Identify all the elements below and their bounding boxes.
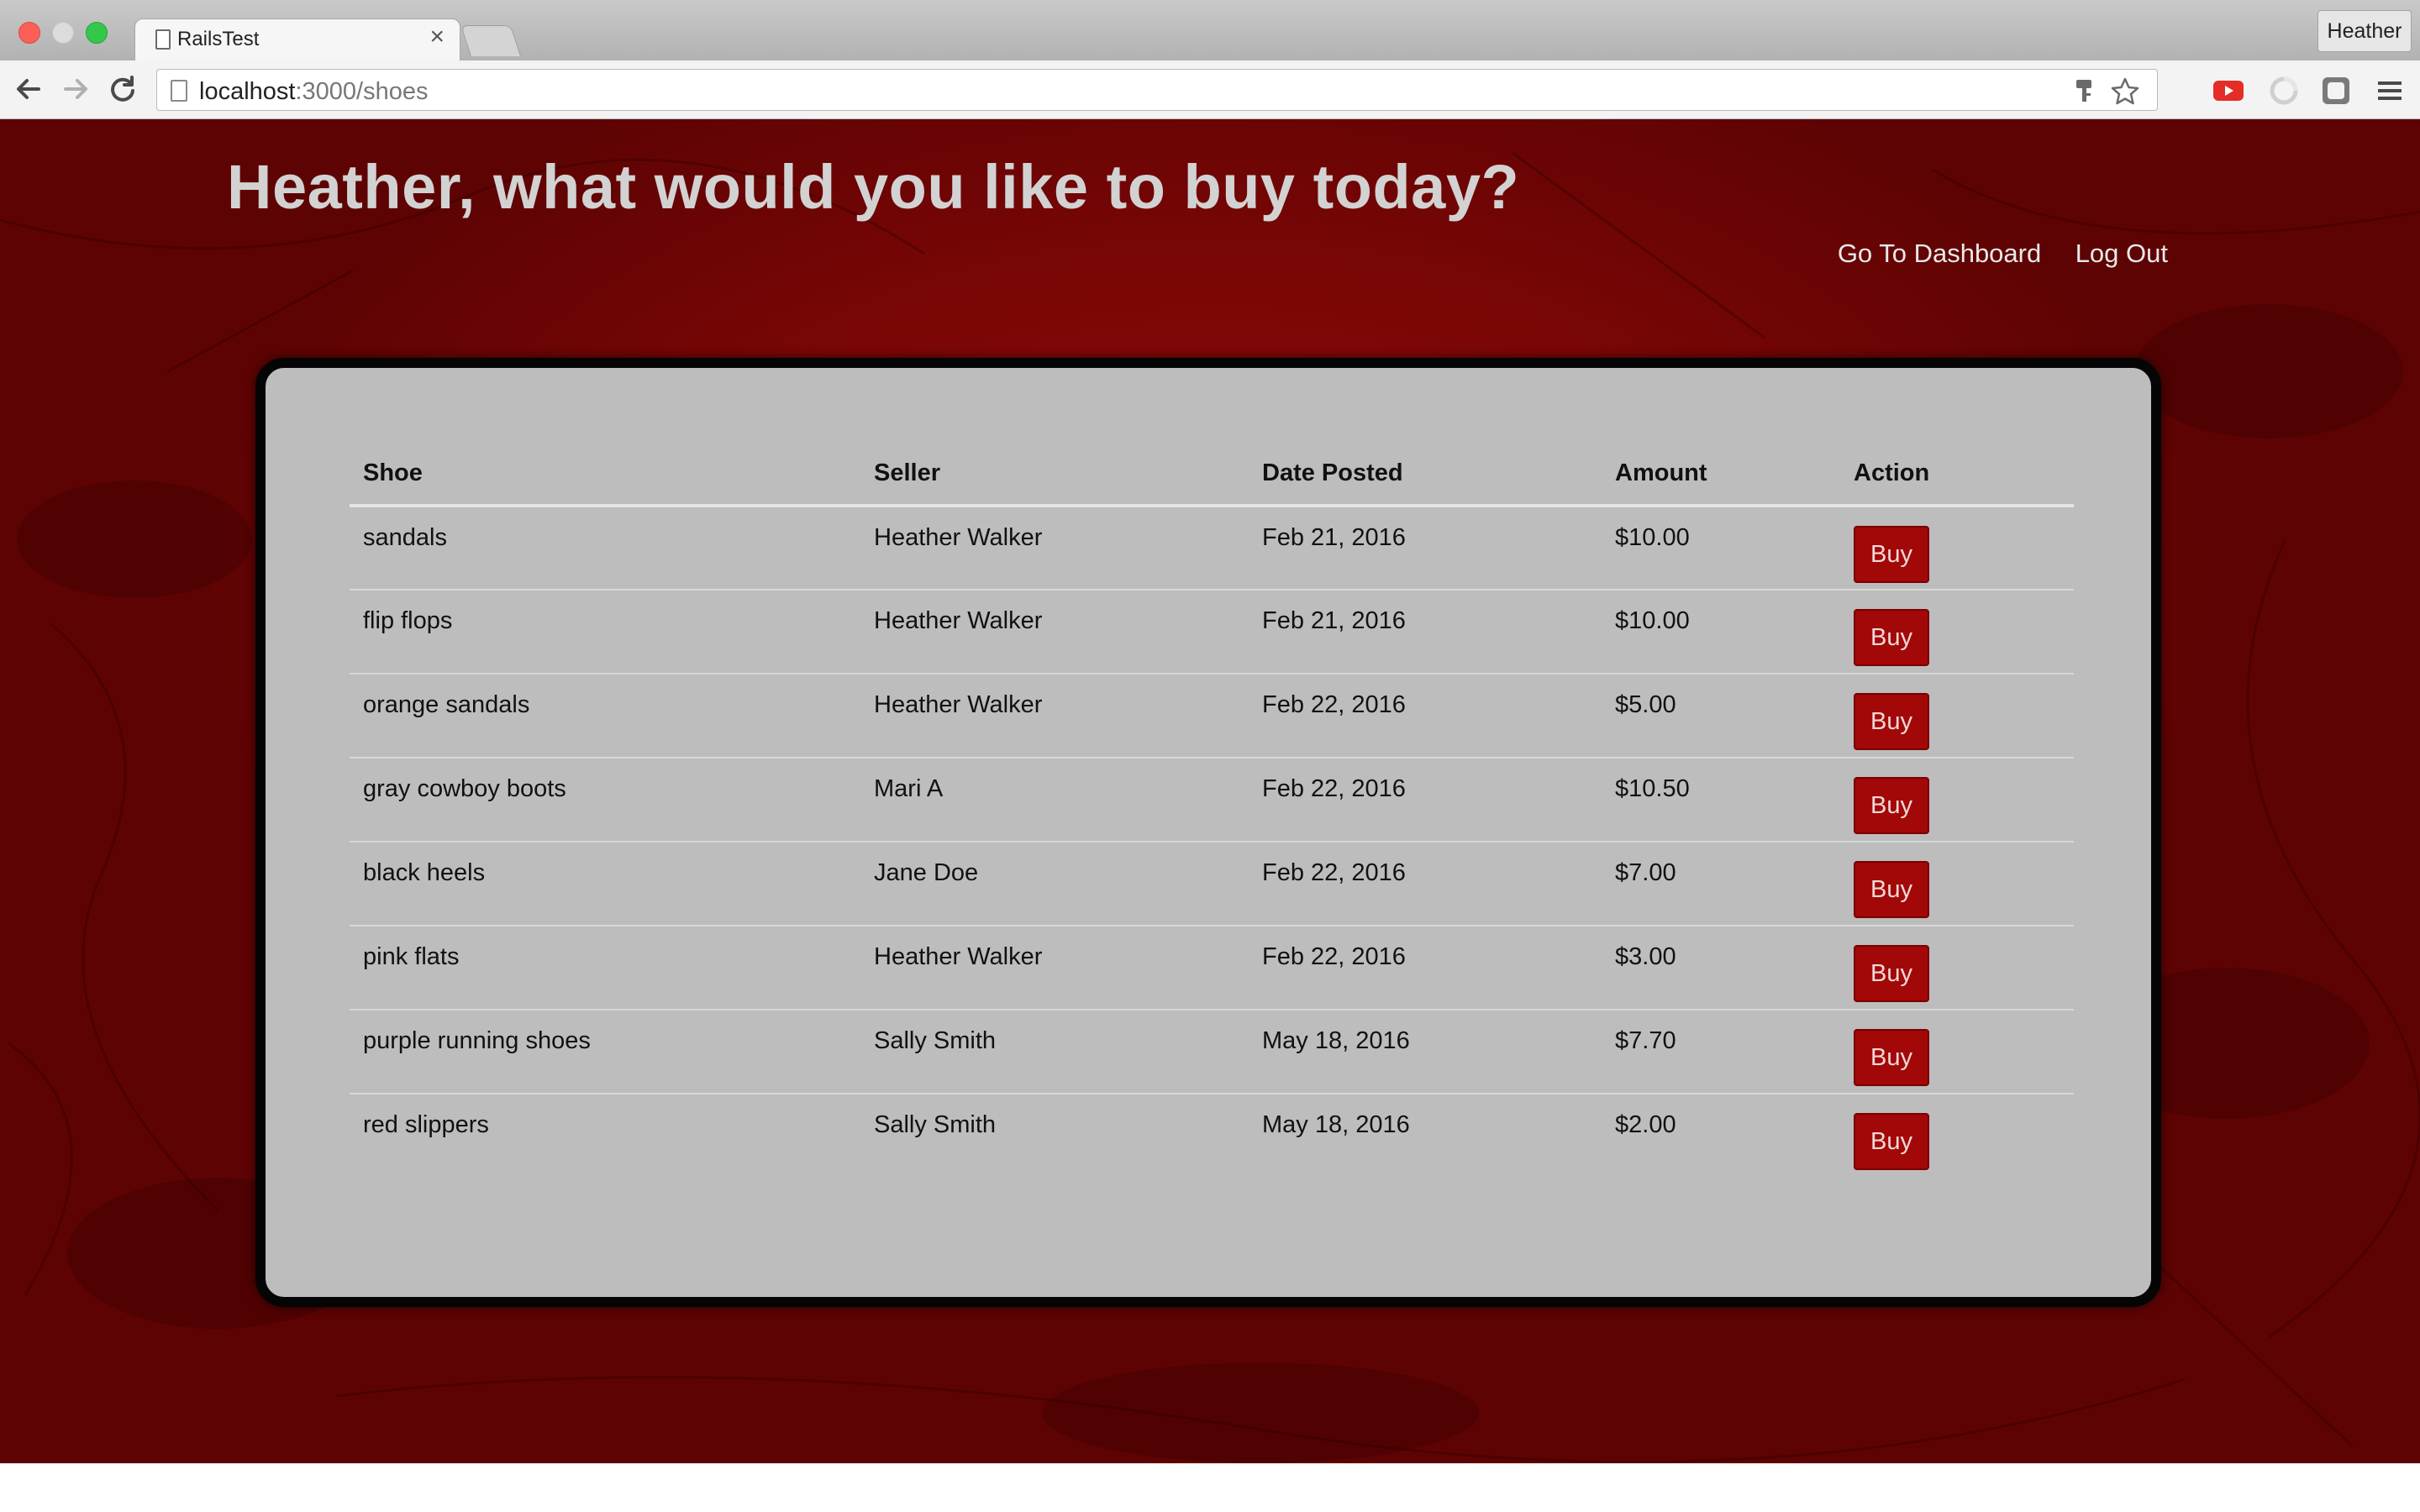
date-posted: Feb 22, 2016	[1249, 758, 1602, 843]
buy-button[interactable]: Buy	[1854, 945, 1929, 1002]
date-posted: Feb 22, 2016	[1249, 926, 1602, 1011]
new-tab-button[interactable]	[460, 25, 522, 56]
date-posted: May 18, 2016	[1249, 1010, 1602, 1095]
action-cell: Buy	[1840, 758, 2074, 843]
seller-name: Sally Smith	[874, 1111, 997, 1138]
maximize-window-button[interactable]	[86, 22, 108, 44]
seller-name: Heather Walker	[860, 590, 1249, 675]
amount: $3.00	[1602, 926, 1840, 1011]
column-header-amount: Amount	[1602, 452, 1840, 507]
shoe-name: purple running shoes	[350, 1010, 860, 1095]
browser-toolbar: localhost:3000/shoes	[0, 60, 2420, 119]
hamburger-menu-icon[interactable]	[2373, 74, 2407, 108]
page-bottom-strip	[0, 1463, 2420, 1512]
column-header-shoe: Shoe	[350, 452, 860, 507]
seller-name: Sally Smith	[860, 1010, 1249, 1095]
table-row: flip flops Heather Walker Feb 21, 2016 $…	[350, 590, 2074, 675]
page-icon	[171, 80, 187, 102]
sync-icon[interactable]	[2267, 74, 2301, 108]
date-posted: Feb 22, 2016	[1249, 842, 1602, 927]
table-row: gray cowboy boots Mari A Feb 22, 2016 $1…	[350, 758, 2074, 843]
seller-name: Jane Doe	[860, 842, 1249, 927]
go-to-dashboard-link[interactable]: Go To Dashboard	[1838, 239, 2041, 269]
close-window-button[interactable]	[18, 22, 40, 44]
column-header-seller: Seller	[860, 452, 1249, 507]
amount: $7.70	[1602, 1010, 1840, 1095]
shoe-name: red slippers	[363, 1111, 489, 1138]
key-icon[interactable]	[2073, 78, 2095, 103]
tab-title: RailsTest	[177, 28, 260, 50]
page-background: Heather, what would you like to buy toda…	[0, 119, 2420, 1463]
date-posted: Feb 22, 2016	[1249, 674, 1602, 759]
seller-name: Heather Walker	[860, 506, 1249, 591]
buy-button[interactable]: Buy	[1854, 1113, 1929, 1170]
youtube-icon[interactable]	[2212, 74, 2245, 108]
amount: $10.00	[1602, 506, 1840, 591]
table-row: red slippers Sally Smith May 18, 2016 $2…	[350, 1094, 2074, 1178]
page-icon	[155, 29, 171, 50]
date-posted: Feb 21, 2016	[1249, 506, 1602, 591]
amount: $2.00	[1615, 1111, 1676, 1138]
extension-icon[interactable]	[2319, 74, 2353, 108]
column-header-action: Action	[1840, 452, 2074, 507]
buy-button[interactable]: Buy	[1854, 1029, 1929, 1086]
table-row: sandals Heather Walker Feb 21, 2016 $10.…	[350, 506, 2074, 591]
page-title: Heather, what would you like to buy toda…	[227, 152, 1520, 222]
date-posted: Feb 21, 2016	[1249, 590, 1602, 675]
header-nav: Go To Dashboard Log Out	[1807, 239, 2168, 269]
action-cell: Buy	[1840, 506, 2074, 591]
forward-arrow-icon[interactable]	[59, 72, 92, 106]
address-bar[interactable]: localhost:3000/shoes	[156, 69, 2158, 111]
buy-button[interactable]: Buy	[1854, 609, 1929, 666]
shoes-table: Shoe Seller Date Posted Amount Action sa…	[350, 452, 2074, 1178]
table-row: pink flats Heather Walker Feb 22, 2016 $…	[350, 926, 2074, 1011]
column-header-date-posted: Date Posted	[1249, 452, 1602, 507]
browser-title-bar: RailsTest × Heather	[0, 0, 2420, 61]
buy-button[interactable]: Buy	[1854, 861, 1929, 918]
profile-button[interactable]: Heather	[2317, 10, 2412, 52]
url-text[interactable]: localhost:3000/shoes	[199, 78, 428, 106]
shoe-name: pink flats	[350, 926, 860, 1011]
amount: $5.00	[1602, 674, 1840, 759]
buy-button[interactable]: Buy	[1854, 693, 1929, 750]
minimize-window-button[interactable]	[52, 22, 74, 44]
shoe-name: black heels	[350, 842, 860, 927]
action-cell: Buy	[1840, 674, 2074, 759]
action-cell: Buy	[1840, 842, 2074, 927]
amount: $7.00	[1602, 842, 1840, 927]
table-row: orange sandals Heather Walker Feb 22, 20…	[350, 674, 2074, 759]
star-icon[interactable]	[2110, 76, 2140, 107]
table-row: black heels Jane Doe Feb 22, 2016 $7.00 …	[350, 842, 2074, 927]
seller-name: Heather Walker	[860, 926, 1249, 1011]
seller-name: Heather Walker	[860, 674, 1249, 759]
action-cell: Buy	[1840, 590, 2074, 675]
shoes-panel: Shoe Seller Date Posted Amount Action sa…	[255, 358, 2161, 1307]
buy-button[interactable]: Buy	[1854, 777, 1929, 834]
table-header-row: Shoe Seller Date Posted Amount Action	[350, 452, 2074, 507]
shoe-name: gray cowboy boots	[350, 758, 860, 843]
table-row: purple running shoes Sally Smith May 18,…	[350, 1010, 2074, 1095]
amount: $10.50	[1602, 758, 1840, 843]
buy-button[interactable]: Buy	[1854, 526, 1929, 583]
action-cell: Buy	[1840, 1094, 2074, 1178]
reload-icon[interactable]	[106, 72, 139, 106]
date-posted: May 18, 2016	[1262, 1111, 1410, 1138]
amount: $10.00	[1602, 590, 1840, 675]
shoe-name: orange sandals	[350, 674, 860, 759]
log-out-link[interactable]: Log Out	[2075, 239, 2168, 269]
shoe-name: sandals	[350, 506, 860, 591]
seller-name: Mari A	[860, 758, 1249, 843]
back-arrow-icon[interactable]	[12, 72, 45, 106]
tab-close-icon[interactable]: ×	[429, 24, 445, 50]
browser-tab-active[interactable]: RailsTest ×	[134, 18, 460, 61]
action-cell: Buy	[1840, 1010, 2074, 1095]
shoe-name: flip flops	[350, 590, 860, 675]
action-cell: Buy	[1840, 926, 2074, 1011]
